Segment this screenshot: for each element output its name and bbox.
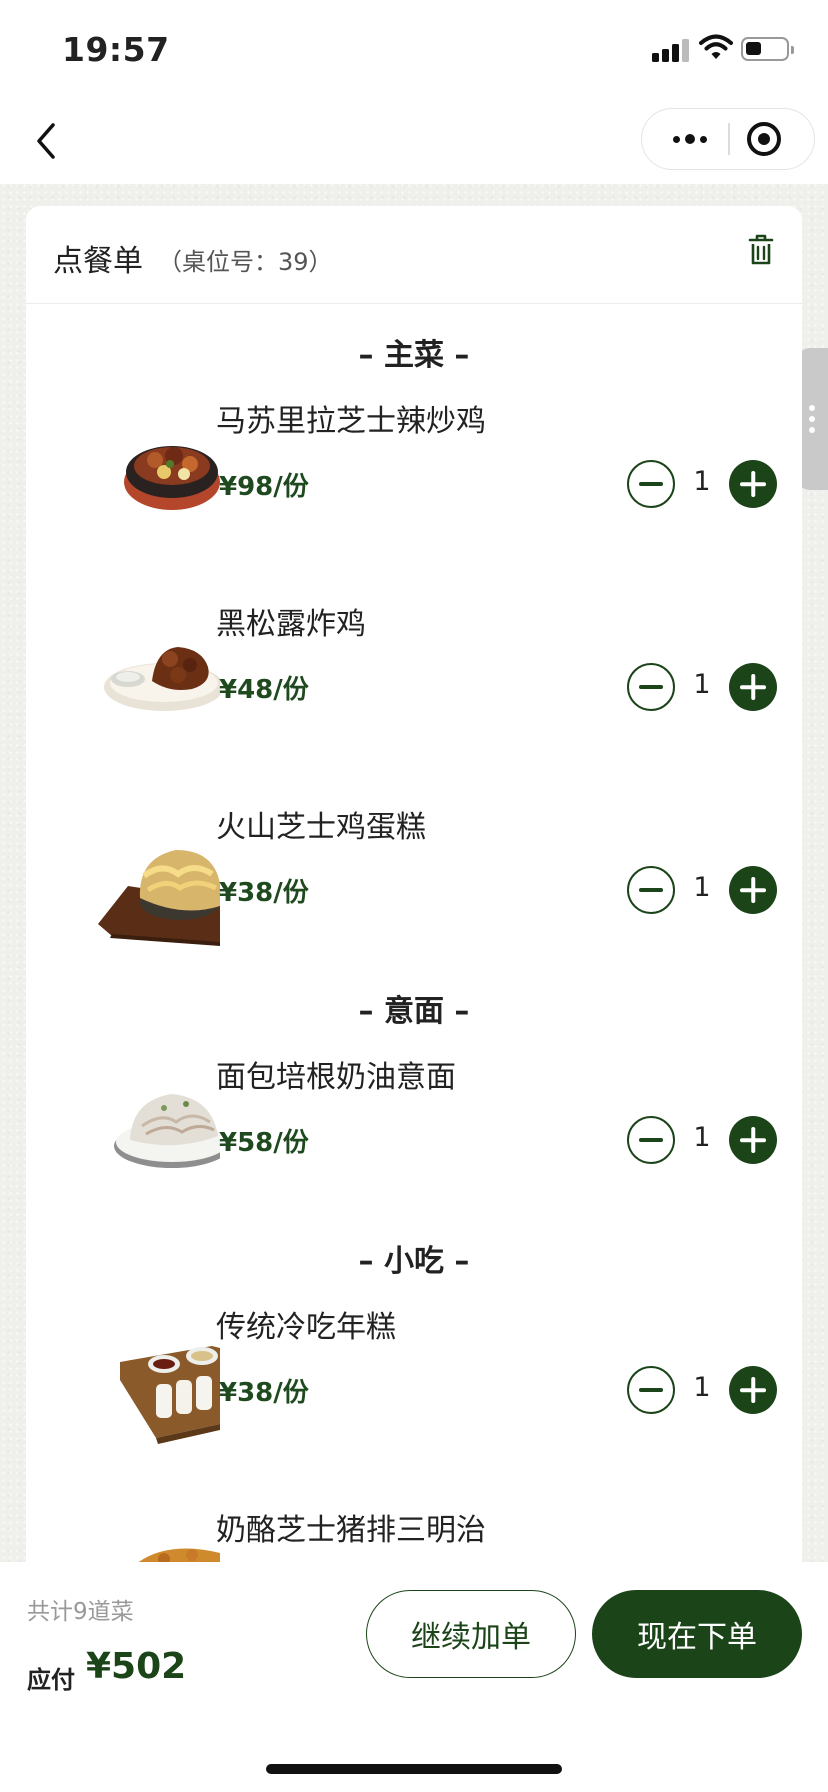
close-button[interactable]	[740, 117, 788, 161]
continue-ordering-button[interactable]: 继续加单	[366, 1590, 576, 1678]
more-button[interactable]	[654, 109, 726, 169]
item-name: 面包培根奶油意面	[216, 1060, 456, 1095]
item-quantity: 1	[693, 872, 711, 903]
item-name: 黑松露炸鸡	[216, 607, 366, 642]
item-price: ¥38/份	[219, 1378, 309, 1408]
clear-order-button[interactable]	[744, 232, 778, 270]
section-title: – 意面 –	[358, 994, 470, 1029]
close-icon	[747, 122, 781, 156]
plus-icon[interactable]	[729, 663, 777, 711]
item-quantity: 1	[693, 466, 711, 497]
trash-icon	[748, 234, 774, 265]
minus-icon[interactable]	[627, 663, 675, 711]
order-header: 点餐单 （桌位号：39）	[26, 206, 802, 304]
item-price: ¥98/份	[219, 472, 309, 502]
minus-icon[interactable]	[627, 866, 675, 914]
more-icon	[673, 134, 707, 144]
order-card: 点餐单 （桌位号：39） – 主菜 – 马苏里拉芝士辣炒鸡 ¥98/份 1 黑松…	[26, 206, 802, 1562]
plus-icon[interactable]	[729, 866, 777, 914]
mini-program-capsule	[641, 108, 815, 170]
item-name: 传统冷吃年糕	[216, 1310, 396, 1345]
battery-icon	[741, 37, 794, 61]
plus-icon[interactable]	[729, 1366, 777, 1414]
menu-item: 传统冷吃年糕 ¥38/份 1	[26, 1306, 802, 1466]
item-price: ¥58/份	[219, 1128, 309, 1158]
item-photo	[52, 1306, 220, 1446]
table-number: （桌位号：39）	[158, 248, 333, 276]
place-order-button[interactable]: 现在下单	[592, 1590, 802, 1678]
item-quantity: 1	[693, 1372, 711, 1403]
back-icon	[37, 123, 55, 159]
home-indicator	[266, 1764, 562, 1774]
signal-icon	[652, 38, 692, 62]
item-quantity: 1	[693, 1122, 711, 1153]
section-title: – 小吃 –	[358, 1244, 470, 1279]
item-photo	[52, 1509, 220, 1562]
item-quantity: 1	[693, 669, 711, 700]
pay-amount: ¥502	[86, 1646, 187, 1687]
status-time: 19:57	[62, 30, 170, 69]
minus-icon[interactable]	[627, 1366, 675, 1414]
status-bar: 19:57	[0, 0, 828, 96]
menu-item: 奶酪芝士猪排三明治	[26, 1509, 802, 1562]
item-name: 火山芝士鸡蛋糕	[216, 810, 426, 845]
section-title: – 主菜 –	[358, 338, 470, 373]
menu-item: 面包培根奶油意面 ¥58/份 1	[26, 1056, 802, 1216]
wifi-icon	[699, 34, 733, 59]
pay-label: 应付	[27, 1666, 75, 1694]
plus-icon[interactable]	[729, 1116, 777, 1164]
dish-count: 共计9道菜	[27, 1599, 134, 1625]
checkout-bar: 共计9道菜 应付 ¥502 继续加单 现在下单	[0, 1562, 828, 1792]
item-name: 奶酪芝士猪排三明治	[216, 1513, 486, 1548]
menu-item: 马苏里拉芝士辣炒鸡 ¥98/份 1	[26, 400, 802, 560]
minus-icon[interactable]	[627, 460, 675, 508]
item-photo	[52, 603, 220, 743]
item-photo	[52, 806, 220, 946]
item-price: ¥38/份	[219, 878, 309, 908]
menu-item: 火山芝士鸡蛋糕 ¥38/份 1	[26, 806, 802, 966]
plus-icon[interactable]	[729, 460, 777, 508]
item-photo	[52, 1056, 220, 1196]
menu-item: 黑松露炸鸡 ¥48/份 1	[26, 603, 802, 763]
item-name: 马苏里拉芝士辣炒鸡	[216, 404, 486, 439]
nav-bar	[0, 96, 828, 184]
minus-icon[interactable]	[627, 1116, 675, 1164]
order-title: 点餐单	[53, 244, 143, 279]
item-photo	[52, 400, 220, 540]
back-button[interactable]	[26, 116, 66, 166]
item-price: ¥48/份	[219, 675, 309, 705]
